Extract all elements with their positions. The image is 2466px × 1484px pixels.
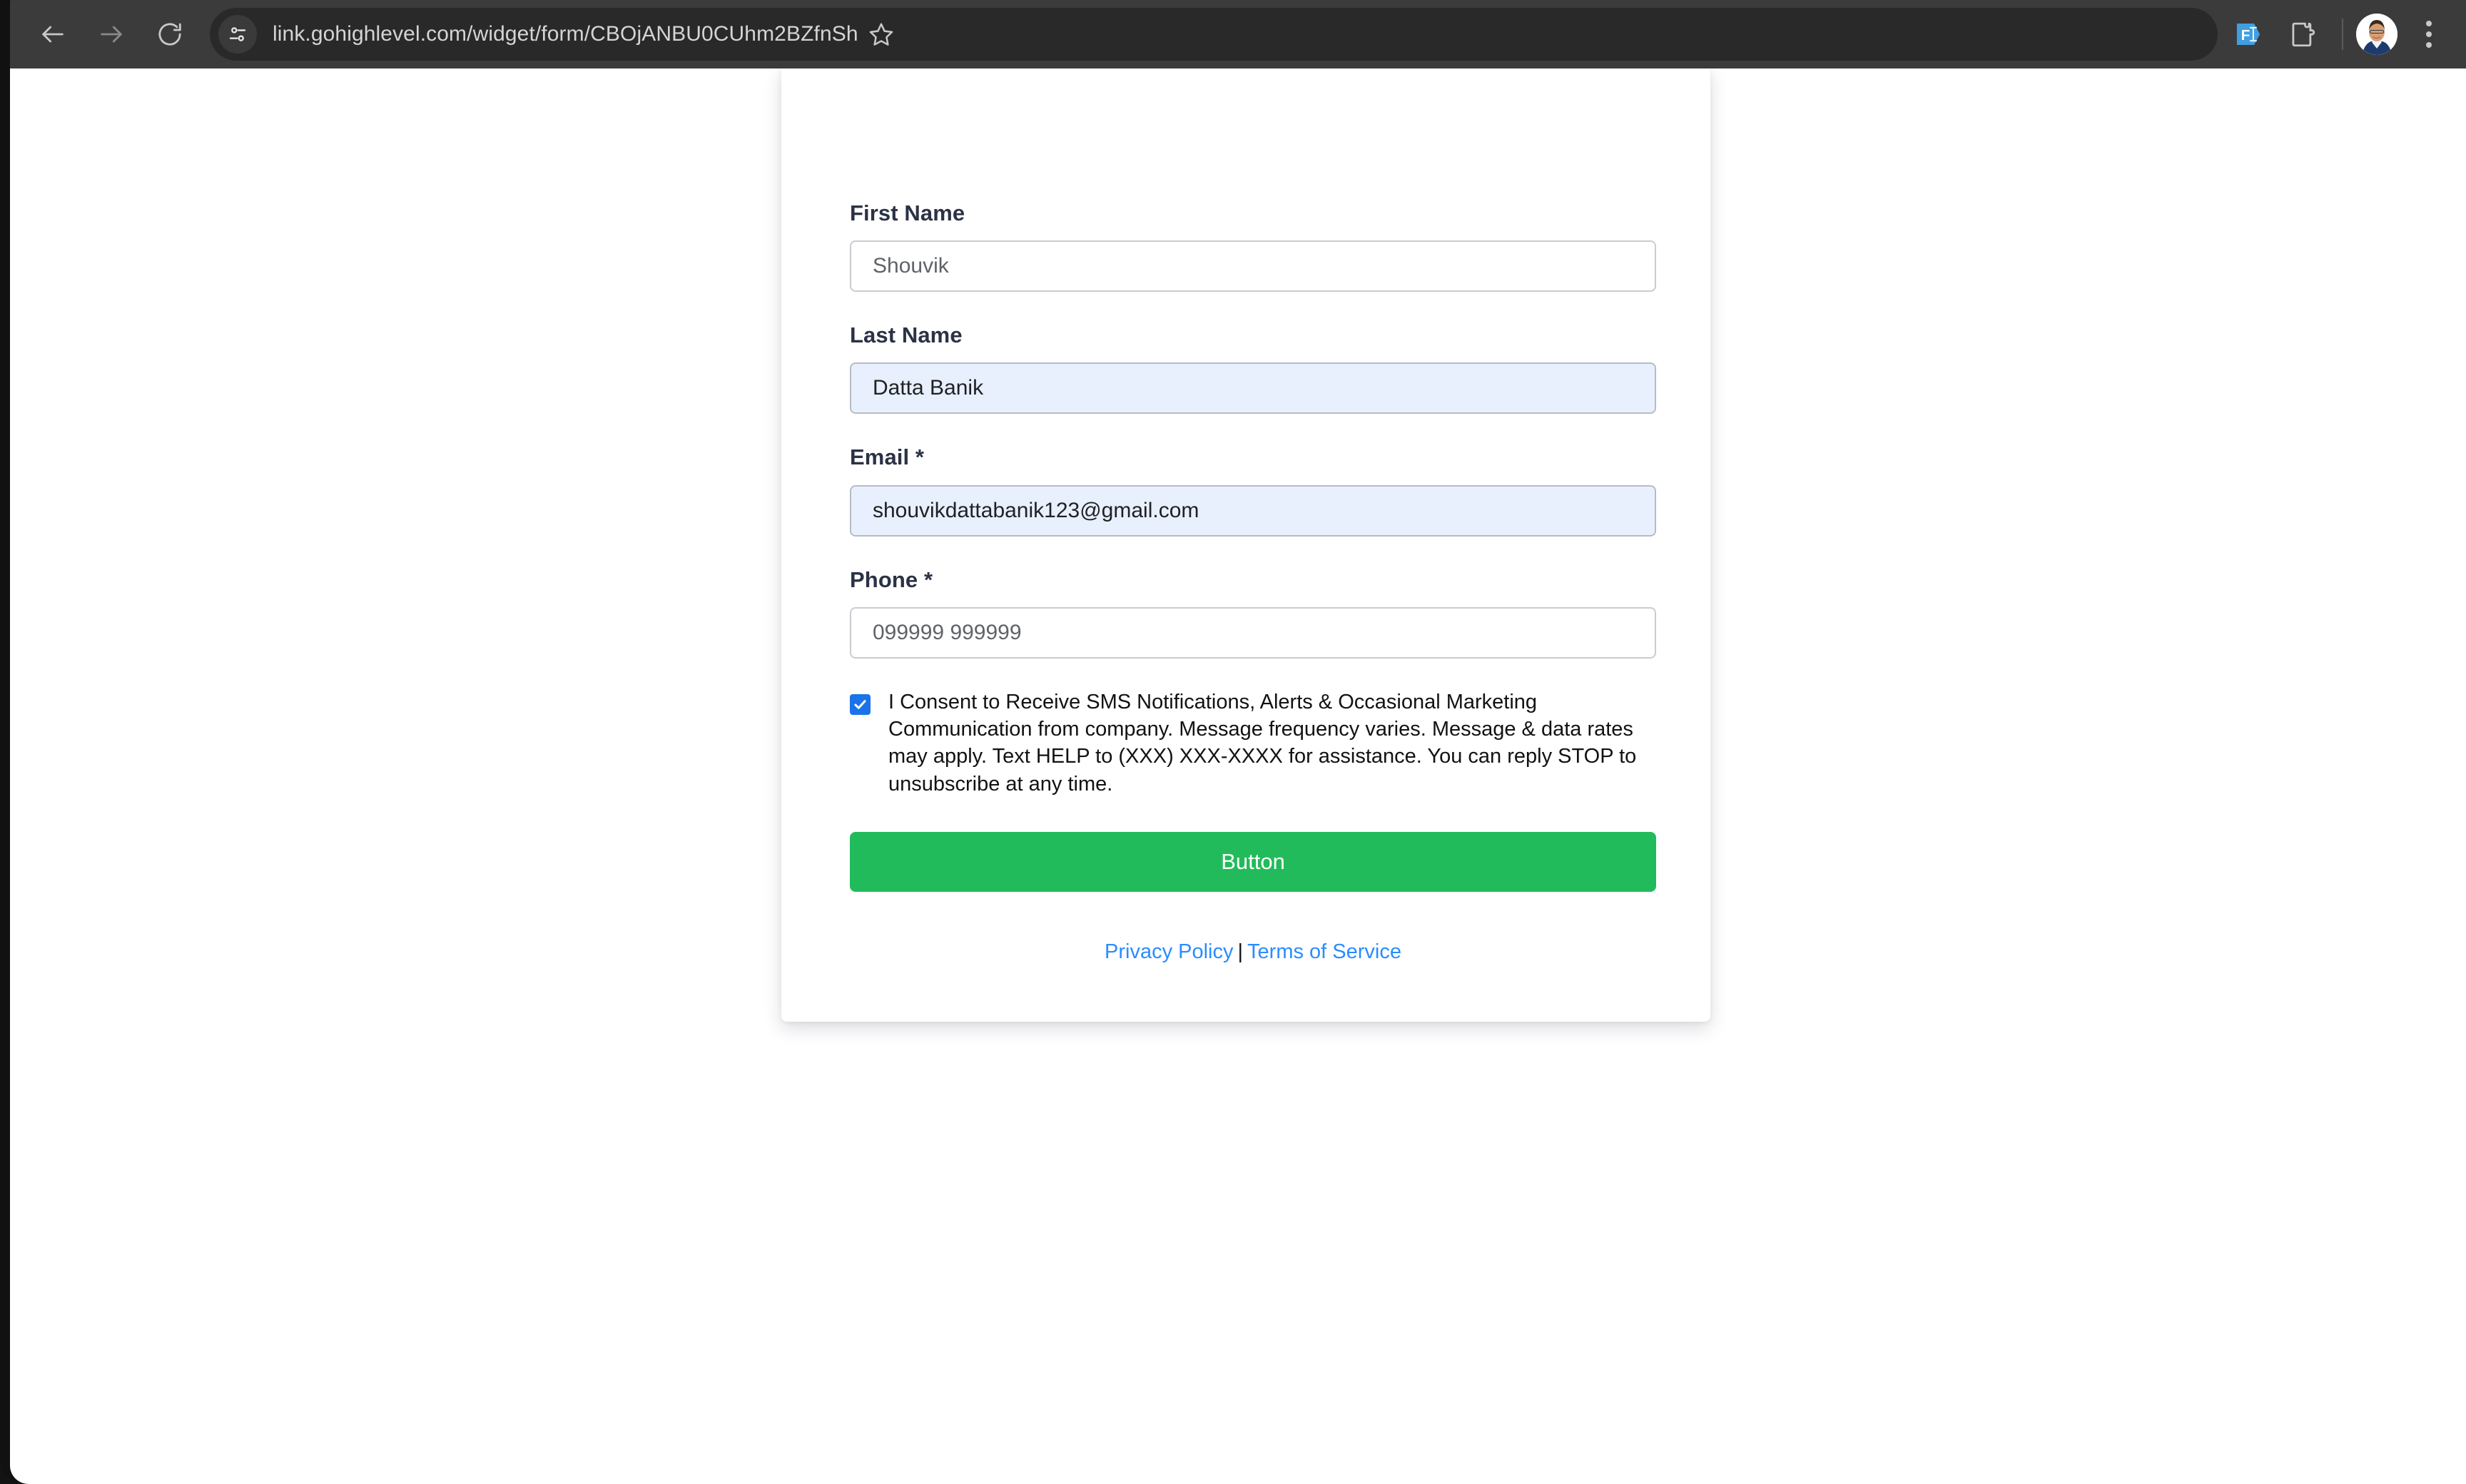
reload-icon	[158, 23, 181, 46]
forward-arrow-icon	[101, 26, 122, 43]
phone-input[interactable]: 099999 999999	[850, 606, 1656, 659]
svg-text:F: F	[2241, 27, 2251, 44]
reload-button[interactable]	[143, 7, 197, 61]
form-card: First Name Shouvik Last Name Datta Banik…	[781, 68, 1710, 1022]
formfiller-extension-button[interactable]: F	[2225, 11, 2272, 58]
sms-consent-checkbox[interactable]	[850, 693, 871, 715]
avatar[interactable]	[2356, 14, 2398, 55]
submit-button[interactable]: Button	[850, 831, 1656, 892]
terms-of-service-link[interactable]: Terms of Service	[1247, 940, 1401, 963]
site-settings-button[interactable]	[218, 15, 257, 54]
consent-row[interactable]: I Consent to Receive SMS Notifications, …	[850, 688, 1656, 798]
back-button[interactable]	[26, 7, 80, 61]
back-arrow-icon	[42, 26, 64, 43]
menu-dot	[2426, 31, 2432, 37]
puzzle-piece-icon	[2292, 22, 2315, 47]
page-viewport: First Name Shouvik Last Name Datta Banik…	[10, 68, 2466, 1484]
browser-menu-button[interactable]	[2407, 11, 2450, 58]
sms-consent-text: I Consent to Receive SMS Notifications, …	[888, 690, 1637, 796]
star-icon	[869, 23, 893, 46]
browser-toolbar: link.gohighlevel.com/widget/form/CBOjANB…	[10, 0, 2466, 68]
footer-links: Privacy Policy | Terms of Service	[850, 940, 1656, 964]
extensions-button[interactable]	[2279, 11, 2326, 58]
checkmark-icon	[854, 699, 866, 709]
profile-photo-icon	[2356, 14, 2398, 55]
last-name-label: Last Name	[850, 322, 963, 348]
toolbar-actions: F	[2218, 0, 2466, 68]
address-bar[interactable]: link.gohighlevel.com/widget/form/CBOjANB…	[210, 8, 2218, 61]
email-label: Email *	[850, 444, 925, 470]
tune-sliders-icon	[229, 27, 246, 41]
menu-dot	[2426, 21, 2432, 26]
formfiller-extension-icon: F	[2236, 24, 2260, 45]
email-input[interactable]: shouvikdattabanik123@gmail.com	[850, 484, 1656, 537]
url-text[interactable]: link.gohighlevel.com/widget/form/CBOjANB…	[273, 22, 858, 46]
form-body: First Name Shouvik Last Name Datta Banik…	[850, 200, 1656, 964]
bookmark-button[interactable]	[858, 11, 904, 57]
last-name-input[interactable]: Datta Banik	[850, 362, 1656, 415]
toolbar-divider	[2342, 19, 2343, 50]
menu-dot	[2426, 42, 2432, 48]
privacy-policy-link[interactable]: Privacy Policy	[1105, 940, 1234, 963]
browser-window: link.gohighlevel.com/widget/form/CBOjANB…	[0, 0, 2466, 1484]
first-name-label: First Name	[850, 200, 965, 225]
footer-separator: |	[1237, 940, 1244, 963]
first-name-input[interactable]: Shouvik	[850, 240, 1656, 293]
forward-button[interactable]	[84, 7, 138, 61]
phone-label: Phone *	[850, 566, 933, 592]
